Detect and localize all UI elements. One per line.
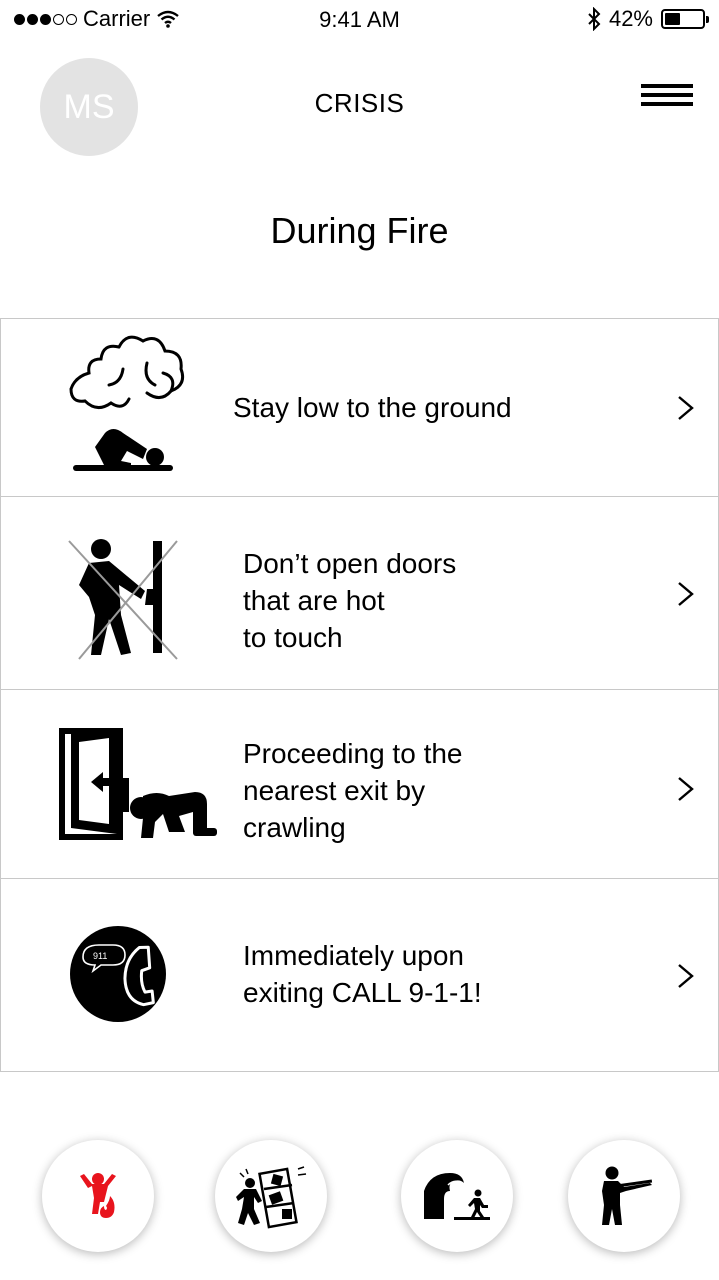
instruction-list: Stay low to the ground Don’t open doors xyxy=(0,318,719,1072)
smoke-crawl-icon xyxy=(69,335,185,471)
nav-earthquake-button[interactable] xyxy=(215,1140,327,1252)
badge-911: 911 xyxy=(93,951,107,961)
earthquake-icon xyxy=(236,1166,307,1229)
item-text: Stay low to the ground xyxy=(233,392,512,423)
battery-percent: 42% xyxy=(608,6,653,31)
list-item[interactable]: 911 Immediately upon exiting CALL 9-1-1! xyxy=(0,879,719,1072)
app-title: CRISIS xyxy=(314,88,405,118)
hamburger-menu-icon[interactable] xyxy=(641,82,693,112)
page-title: During Fire xyxy=(270,210,449,251)
list-item[interactable]: Don’t open doors that are hot to touch xyxy=(0,497,719,690)
status-right: 42% xyxy=(587,6,709,32)
item-text: Don’t open doors that are hot to touch xyxy=(243,548,457,653)
list-item[interactable]: Stay low to the ground xyxy=(0,318,719,497)
nav-shooter-button[interactable] xyxy=(568,1140,680,1252)
nav-tsunami-button[interactable] xyxy=(401,1140,513,1252)
status-bar: Carrier 9:41 AM 42% xyxy=(0,0,719,40)
battery-icon xyxy=(661,9,709,29)
chevron-right-icon xyxy=(678,964,694,988)
chevron-right-icon xyxy=(678,396,694,420)
crawl-exit-icon xyxy=(59,728,217,840)
chevron-right-icon xyxy=(678,582,694,606)
item-text: Proceeding to the nearest exit by crawli… xyxy=(243,738,463,843)
list-item[interactable]: Proceeding to the nearest exit by crawli… xyxy=(0,690,719,879)
tsunami-icon xyxy=(424,1173,490,1220)
nav-fire-button[interactable] xyxy=(42,1140,154,1252)
bluetooth-icon xyxy=(588,7,601,31)
shooter-icon xyxy=(602,1166,653,1225)
phone-911-icon: 911 xyxy=(70,926,166,1022)
item-text: Immediately upon exiting CALL 9-1-1! xyxy=(243,940,482,1008)
fire-person-icon xyxy=(80,1173,116,1218)
chevron-right-icon xyxy=(678,777,694,801)
screen: Carrier 9:41 AM 42% MS CRISIS During Fir… xyxy=(0,0,719,1280)
hot-door-icon xyxy=(68,539,178,660)
